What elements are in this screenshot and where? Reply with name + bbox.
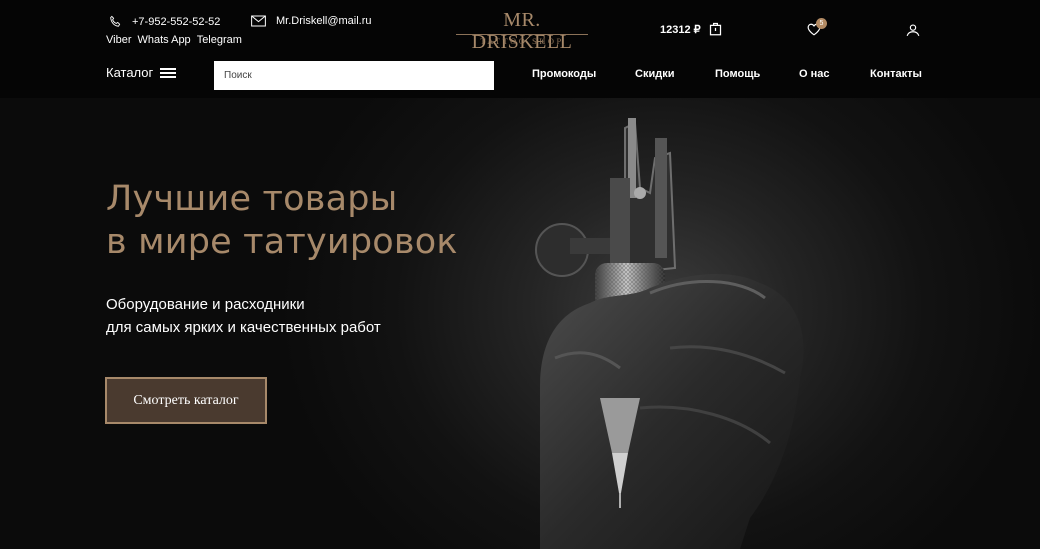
logo-subtitle: TATTOO SHOP xyxy=(480,36,564,46)
logo-divider xyxy=(456,34,588,35)
catalog-label: Каталог xyxy=(106,65,154,80)
email-address[interactable]: Mr.Driskell@mail.ru xyxy=(276,15,372,27)
nav-link-about[interactable]: О нас xyxy=(799,68,830,80)
phone-icon xyxy=(110,15,121,27)
search-input[interactable] xyxy=(214,61,494,90)
site-header: +7-952-552-52-52 Viber Whats App Telegra… xyxy=(0,0,1040,98)
nav-link-promocodes[interactable]: Промокоды xyxy=(532,68,596,80)
cart-icon[interactable] xyxy=(708,21,723,41)
phone-contact[interactable]: +7-952-552-52-52 xyxy=(108,15,220,29)
logo-title: MR. DRISKELL xyxy=(471,9,573,53)
hero-title-line-1: Лучшие товары xyxy=(106,179,398,219)
hero-title-line-2: в мире татуировок xyxy=(106,222,458,262)
tattoo-machine-hand-image xyxy=(535,118,804,549)
user-account-icon[interactable] xyxy=(906,23,920,42)
site-logo[interactable]: MR. DRISKELL TATTOO SHOP xyxy=(456,9,588,53)
wishlist-count-badge: 5 xyxy=(816,18,827,29)
messenger-links: Viber Whats App Telegram xyxy=(106,34,242,46)
mail-icon xyxy=(251,15,266,27)
viber-link[interactable]: Viber xyxy=(106,34,131,46)
catalog-menu-button[interactable]: Каталог xyxy=(106,65,177,80)
nav-link-discounts[interactable]: Скидки xyxy=(635,68,674,80)
hero-subtitle-line-1: Оборудование и расходники xyxy=(106,296,305,313)
hero-title: Лучшие товары в мире татуировок xyxy=(106,178,458,264)
nav-link-contacts[interactable]: Контакты xyxy=(870,68,922,80)
nav-link-help[interactable]: Помощь xyxy=(715,68,760,80)
hero-banner: Лучшие товары в мире татуировок Оборудов… xyxy=(0,98,1040,549)
view-catalog-button[interactable]: Смотреть каталог xyxy=(105,377,267,424)
whatsapp-link[interactable]: Whats App xyxy=(137,34,190,46)
telegram-link[interactable]: Telegram xyxy=(197,34,242,46)
hamburger-icon xyxy=(160,67,177,78)
hero-subtitle: Оборудование и расходники для самых ярки… xyxy=(106,293,381,339)
hero-subtitle-line-2: для самых ярких и качественных работ xyxy=(106,319,381,336)
phone-number[interactable]: +7-952-552-52-52 xyxy=(132,16,220,28)
email-contact[interactable]: Mr.Driskell@mail.ru xyxy=(251,15,372,27)
cart-total[interactable]: 12312 ₽ xyxy=(660,23,701,36)
